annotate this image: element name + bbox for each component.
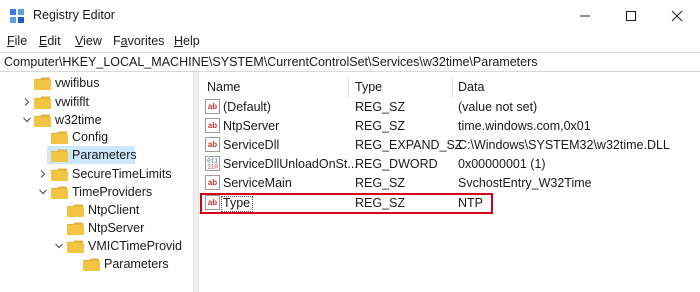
- address-bar[interactable]: Computer\HKEY_LOCAL_MACHINE\SYSTEM\Curre…: [0, 52, 700, 72]
- tree-item-vwifibus[interactable]: vwifibus: [34, 74, 193, 92]
- address-path[interactable]: Computer\HKEY_LOCAL_MACHINE\SYSTEM\Curre…: [4, 55, 538, 69]
- folder-icon: [51, 149, 68, 162]
- folder-icon: [51, 168, 68, 181]
- window-title: Registry Editor: [33, 8, 115, 22]
- chevron-down-icon: [55, 243, 63, 249]
- close-button[interactable]: [654, 0, 700, 32]
- folder-icon: [34, 77, 51, 90]
- string-value-icon: ab: [205, 175, 220, 190]
- menu-file[interactable]: File: [7, 34, 27, 48]
- collapse-chevron-w32time[interactable]: [22, 115, 32, 125]
- folder-icon: [51, 186, 68, 199]
- highlight-annotation: [200, 193, 493, 214]
- collapse-chevron-vmictimeprovider[interactable]: [54, 241, 64, 251]
- value-row-servicedll[interactable]: ab ServiceDll REG_EXPAND_SZ C:\Windows\S…: [199, 136, 700, 155]
- tree-item-securetimelimits[interactable]: SecureTimeLimits: [51, 165, 193, 183]
- value-row-servicemain[interactable]: ab ServiceMain REG_SZ SvchostEntry_W32Ti…: [199, 174, 700, 193]
- menu-view[interactable]: View: [75, 34, 102, 48]
- expand-chevron-securetimelimits[interactable]: [38, 169, 48, 179]
- folder-icon: [34, 96, 51, 109]
- folder-icon: [51, 131, 68, 144]
- tree-item-parameters[interactable]: Parameters: [47, 146, 137, 164]
- svg-text:ab: ab: [208, 178, 217, 187]
- values-list: Name Type Data ab (Default) REG_SZ (valu…: [199, 72, 700, 292]
- svg-text:ab: ab: [208, 121, 217, 130]
- column-divider[interactable]: [348, 76, 349, 98]
- svg-text:ab: ab: [208, 140, 217, 149]
- maximize-button[interactable]: [608, 0, 654, 32]
- column-header-data[interactable]: Data: [458, 80, 484, 94]
- menu-help[interactable]: Help: [174, 34, 200, 48]
- value-row-servicedllunload[interactable]: 011 110 ServiceDllUnloadOnSt... REG_DWORD…: [199, 155, 700, 174]
- title-bar: Registry Editor: [0, 0, 700, 32]
- value-row-ntpserver[interactable]: ab NtpServer REG_SZ time.windows.com,0x0…: [199, 117, 700, 136]
- column-divider[interactable]: [452, 76, 453, 98]
- column-header-name[interactable]: Name: [207, 80, 240, 94]
- tree-item-ntpclient[interactable]: NtpClient: [67, 201, 193, 219]
- tree-item-w32time[interactable]: w32time: [34, 111, 193, 129]
- tree-item-vwififlt[interactable]: vwififlt: [34, 93, 193, 111]
- key-tree: vwifibus vwififlt w32time Config Paramet…: [0, 72, 193, 292]
- value-row-default[interactable]: ab (Default) REG_SZ (value not set): [199, 98, 700, 117]
- folder-icon: [83, 258, 100, 271]
- folder-icon: [67, 204, 84, 217]
- tree-item-vmic-parameters[interactable]: Parameters: [83, 255, 193, 273]
- collapse-chevron-timeproviders[interactable]: [38, 187, 48, 197]
- folder-icon: [67, 240, 84, 253]
- menu-bar: File Edit View Favorites Help: [0, 32, 700, 52]
- chevron-right-icon: [40, 170, 46, 178]
- svg-text:ab: ab: [208, 102, 217, 111]
- binary-value-icon: 011110: [205, 156, 220, 171]
- chevron-down-icon: [23, 117, 31, 123]
- tree-item-vmictimeprovider[interactable]: VMICTimeProvid: [67, 237, 193, 255]
- close-icon: [671, 10, 683, 22]
- minimize-button[interactable]: [562, 0, 608, 32]
- chevron-right-icon: [24, 98, 30, 106]
- expand-chevron-vwififlt[interactable]: [22, 97, 32, 107]
- menu-edit[interactable]: Edit: [39, 34, 61, 48]
- minimize-icon: [580, 15, 590, 17]
- column-header-type[interactable]: Type: [355, 80, 382, 94]
- string-value-icon: ab: [205, 99, 220, 114]
- string-value-icon: ab: [205, 118, 220, 133]
- menu-favorites[interactable]: Favorites: [113, 34, 164, 48]
- svg-text:110: 110: [207, 164, 218, 171]
- folder-icon: [67, 222, 84, 235]
- tree-item-ntpserver[interactable]: NtpServer: [67, 219, 193, 237]
- tree-item-config[interactable]: Config: [51, 128, 193, 146]
- chevron-down-icon: [39, 189, 47, 195]
- registry-icon: [10, 9, 24, 23]
- string-value-icon: ab: [205, 137, 220, 152]
- maximize-icon: [626, 11, 636, 21]
- tree-item-timeproviders[interactable]: TimeProviders: [51, 183, 193, 201]
- folder-icon: [34, 114, 51, 127]
